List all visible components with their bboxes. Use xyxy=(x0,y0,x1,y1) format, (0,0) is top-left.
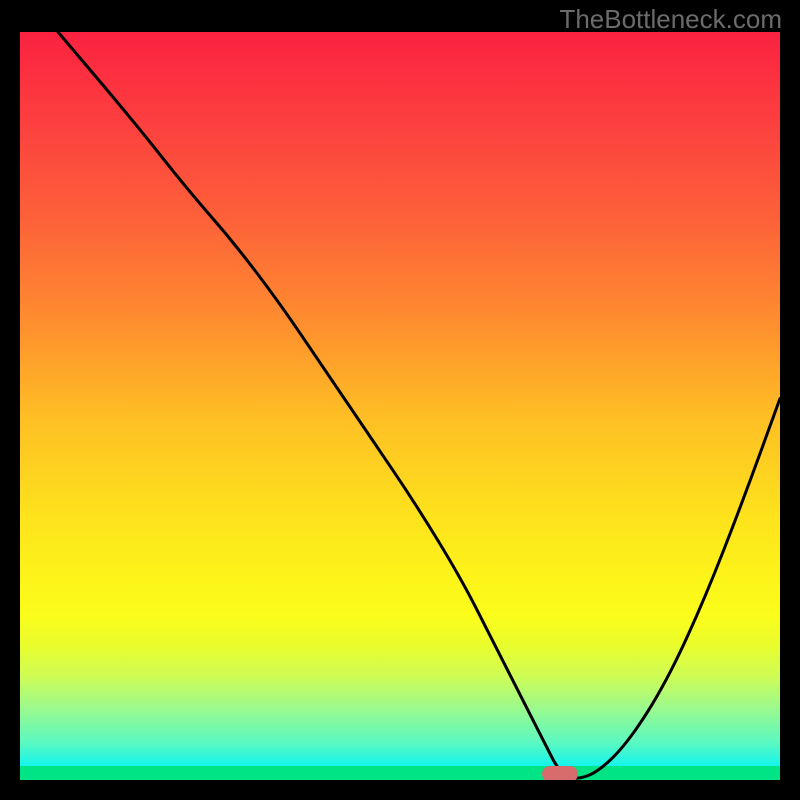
plot-area xyxy=(20,32,780,780)
optimal-point-marker xyxy=(542,766,578,780)
bottleneck-curve xyxy=(58,32,780,778)
watermark-label: TheBottleneck.com xyxy=(559,4,782,35)
curve-layer xyxy=(20,32,780,780)
chart-container: TheBottleneck.com xyxy=(0,0,800,800)
